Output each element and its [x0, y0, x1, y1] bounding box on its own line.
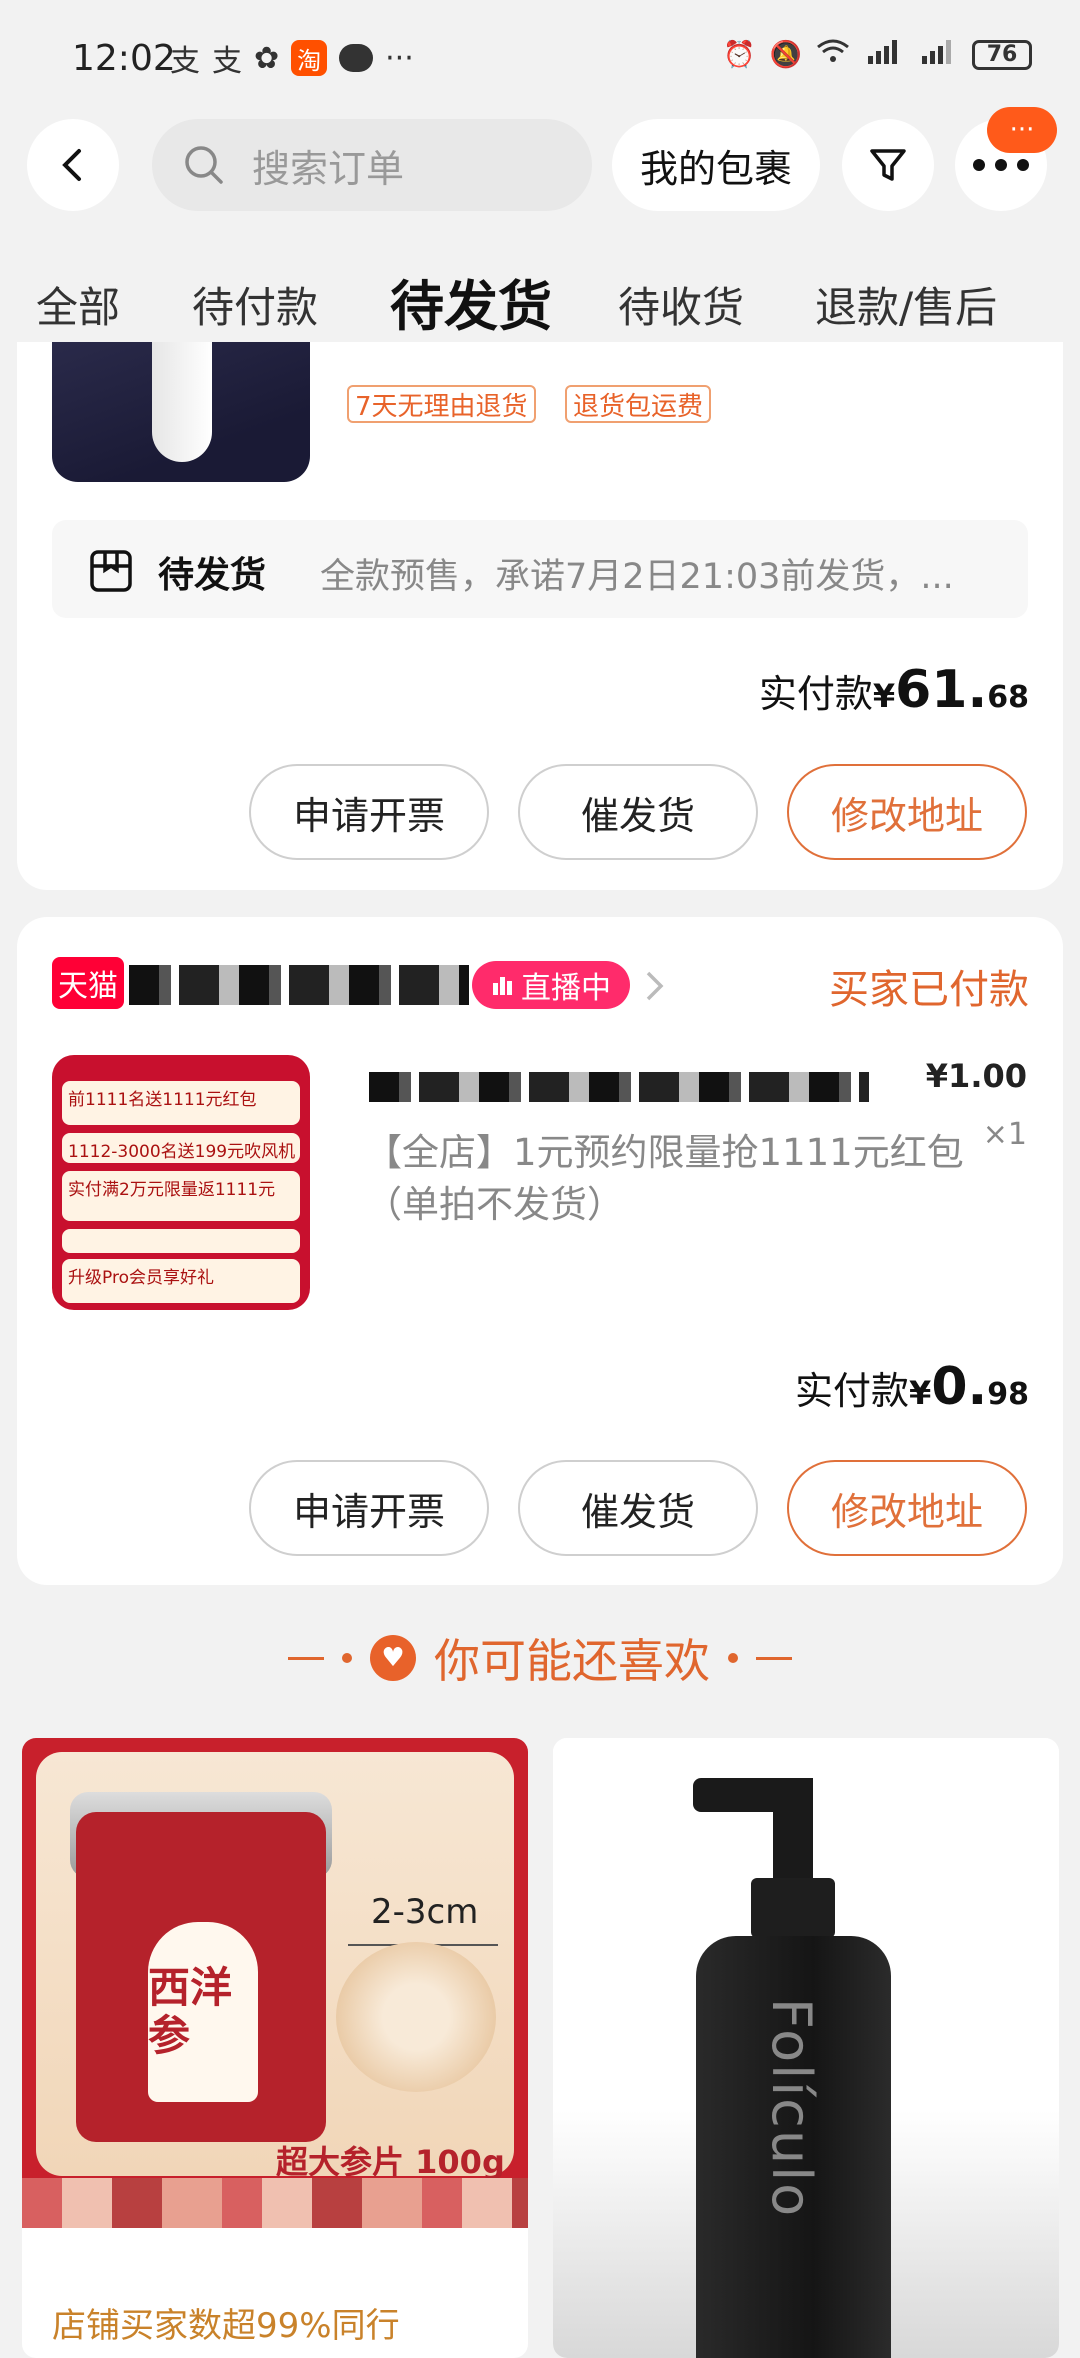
product-title[interactable]: 【全店】1元预约限量抢1111元红包（单拍不发货）	[365, 1127, 965, 1231]
status-notification-icons: 支 支 ✿ 淘 ···	[170, 36, 414, 80]
item-quantity: ×1	[982, 1117, 1027, 1152]
brand-text: Folículo	[760, 1998, 823, 2219]
tmall-logo: 天猫	[52, 957, 124, 1009]
live-bars-icon	[493, 977, 512, 995]
paid-label: 实付款	[758, 672, 873, 716]
signal-5g-icon	[918, 36, 958, 73]
paid-decimal: 68	[987, 680, 1029, 715]
tab-refund[interactable]: 退款/售后	[815, 274, 997, 335]
live-badge[interactable]: 直播中	[472, 961, 630, 1009]
size-label: 2-3cm	[371, 1892, 479, 1932]
store-name-redacted[interactable]	[129, 965, 469, 1005]
divider-dot	[728, 1653, 738, 1663]
status-bar: 12:02 支 支 ✿ 淘 ··· ⏰ 🔕 76	[0, 0, 1080, 115]
request-invoice-button[interactable]: 申请开票	[249, 764, 489, 860]
status-time: 12:02	[72, 38, 176, 79]
product-thumbnail[interactable]: 前1111名送1111元红包 1112-3000名送199元吹风机 实付满2万元…	[52, 1055, 310, 1310]
paid-label: 实付款	[795, 1369, 910, 1413]
shipping-status-title: 待发货	[158, 555, 267, 596]
order-status: 买家已付款	[829, 967, 1029, 1013]
recommend-item[interactable]: 西洋参 2-3cm 超大参片 100g 店铺买家数超99%同行	[22, 1738, 528, 2358]
tab-pending-shipment[interactable]: 待发货	[390, 262, 552, 341]
tab-all[interactable]: 全部	[36, 274, 120, 335]
message-badge: ···	[987, 107, 1057, 153]
paid-currency: ¥	[872, 677, 896, 715]
battery-icon: 76	[972, 39, 1032, 70]
chevron-right-icon[interactable]	[643, 969, 667, 1003]
return-shipping-tag: 退货包运费	[565, 385, 712, 423]
recommend-title: 你可能还喜欢	[434, 1634, 710, 1688]
order-tabs: 全部 待付款 待发货 待收货 退款/售后	[0, 262, 1080, 342]
paid-integer: 61.	[895, 660, 988, 720]
search-placeholder: 搜索订单	[252, 146, 405, 191]
ginseng-slice-image	[336, 1942, 496, 2092]
product-thumbnail[interactable]	[52, 342, 310, 482]
product-image: Folículo	[553, 1738, 1059, 2358]
back-button[interactable]	[27, 119, 119, 211]
divider-right	[756, 1656, 792, 1660]
shipping-status-box[interactable]: 待发货 全款预售，承诺7月2日21:03前发货，...	[52, 520, 1028, 618]
filter-button[interactable]	[842, 119, 934, 211]
chevron-left-icon	[62, 149, 81, 181]
product-image: 西洋参 2-3cm 超大参片 100g	[22, 1738, 528, 2181]
search-input[interactable]: 搜索订单	[152, 119, 592, 211]
thumb-text: 1112-3000名送199元吹风机	[62, 1133, 300, 1163]
thumb-text: 实付满2万元限量返1111元	[62, 1171, 300, 1221]
paid-decimal: 98	[987, 1377, 1029, 1412]
tab-pending-receipt[interactable]: 待收货	[618, 274, 744, 335]
change-address-button[interactable]: 修改地址	[787, 1460, 1027, 1556]
product-name-redacted[interactable]	[369, 1072, 869, 1102]
divider-dot	[342, 1653, 352, 1663]
item-price: ¥1.00	[925, 1057, 1027, 1095]
wifi-icon	[816, 37, 850, 72]
photos-icon: ✿	[254, 40, 280, 76]
live-label: 直播中	[521, 971, 611, 1006]
urge-shipment-button[interactable]: 催发货	[518, 764, 758, 860]
promo-banner-redacted	[22, 2178, 528, 2228]
status-system-icons: ⏰ 🔕 76	[723, 36, 1032, 73]
recommend-item[interactable]: Folículo	[553, 1738, 1059, 2358]
paid-amount: 实付款¥61.68	[759, 660, 1029, 720]
paid-amount: 实付款¥0.98	[795, 1357, 1029, 1417]
request-invoice-button[interactable]: 申请开票	[249, 1460, 489, 1556]
alarm-icon: ⏰	[723, 39, 756, 70]
thumb-text: 升级Pro会员享好礼	[62, 1259, 300, 1303]
urge-shipment-button[interactable]: 催发货	[518, 1460, 758, 1556]
order-card[interactable]: 7天无理由退货 退货包运费 待发货 全款预售，承诺7月2日21:03前发货，..…	[17, 342, 1063, 890]
thumb-text: 前1111名送1111元红包	[62, 1081, 300, 1125]
change-address-button[interactable]: 修改地址	[787, 764, 1027, 860]
more-notifications-icon: ···	[385, 40, 414, 76]
chat-icon	[339, 44, 374, 72]
search-icon	[185, 146, 223, 184]
taobao-icon: 淘	[291, 40, 328, 76]
alipay-icon: 支	[212, 44, 242, 79]
signal-4g-icon	[864, 36, 904, 73]
header-bar: 搜索订单 我的包裹 ···	[0, 107, 1080, 215]
mute-icon: 🔕	[769, 39, 802, 70]
return-policy-tag: 7天无理由退货	[347, 385, 536, 423]
recommend-heading: ♥ 你可能还喜欢	[0, 1625, 1080, 1691]
more-dots-icon	[973, 159, 1029, 171]
product-caption: 超大参片 100g	[276, 2143, 505, 2181]
paid-currency: ¥	[909, 1374, 932, 1412]
paid-integer: 0.	[931, 1357, 988, 1417]
heart-icon: ♥	[370, 1635, 416, 1681]
tab-pending-payment[interactable]: 待付款	[192, 274, 318, 335]
filter-icon	[870, 149, 906, 181]
order-card[interactable]: 天猫 直播中 买家已付款 前1111名送1111元红包 1112-3000名送1…	[17, 917, 1063, 1585]
my-packages-button[interactable]: 我的包裹	[612, 119, 820, 211]
thumb-text	[62, 1229, 300, 1253]
divider-left	[288, 1656, 324, 1660]
alipay-icon: 支	[170, 44, 200, 79]
jar-label: 西洋参	[148, 1922, 258, 2102]
shipping-status-desc: 全款预售，承诺7月2日21:03前发货，...	[320, 557, 954, 597]
package-icon	[90, 550, 132, 592]
